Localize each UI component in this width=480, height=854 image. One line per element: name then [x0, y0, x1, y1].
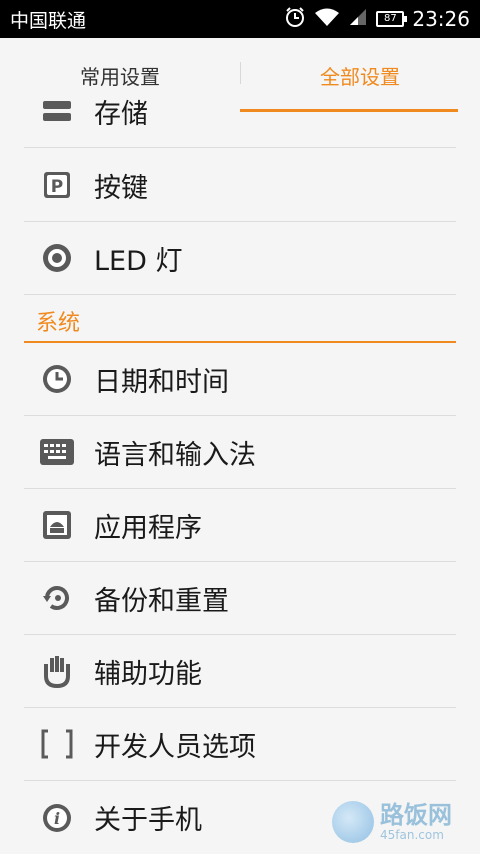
carrier-name: 中国联通: [10, 9, 87, 32]
key-icon: P: [40, 168, 74, 202]
watermark: 路饭网 45fan.com: [332, 796, 472, 848]
status-icons: 87 23:26: [284, 6, 470, 32]
list-item-language-input[interactable]: 语言和输入法: [24, 416, 456, 489]
signal-icon: [348, 7, 368, 31]
watermark-logo-icon: [332, 801, 374, 843]
list-item-backup-reset[interactable]: 备份和重置: [24, 562, 456, 635]
clock-icon: [40, 362, 74, 396]
alarm-icon: [284, 6, 306, 32]
backup-icon: [40, 581, 74, 615]
battery-icon: 87: [376, 11, 408, 27]
status-bar: 中国联通 87 23:26: [0, 0, 480, 38]
list-item-label: LED 灯: [94, 245, 183, 277]
list-item-led[interactable]: LED 灯: [24, 222, 456, 295]
list-item-label: 存储: [94, 98, 148, 130]
watermark-main-text: 路饭网: [380, 801, 452, 829]
list-item-keys[interactable]: P 按键: [24, 149, 456, 222]
settings-panel: 常用设置 全部设置 存储 P 按键 LED 灯 系统 日期和时间 语言和输入法 …: [0, 38, 480, 854]
list-item-accessibility[interactable]: 辅助功能: [24, 635, 456, 708]
wifi-icon: [314, 7, 340, 31]
storage-icon: [40, 94, 74, 128]
status-time: 23:26: [412, 7, 470, 31]
keyboard-icon: [40, 435, 74, 469]
list-item-date-time[interactable]: 日期和时间: [24, 343, 456, 416]
android-app-icon: [40, 508, 74, 542]
info-icon: i: [40, 801, 74, 835]
svg-text:P: P: [51, 177, 63, 197]
list-item-label: 应用程序: [94, 512, 202, 544]
list-item-label: 开发人员选项: [94, 731, 256, 763]
svg-text:i: i: [54, 809, 60, 828]
list-item-label: 辅助功能: [94, 658, 202, 690]
led-icon: [40, 241, 74, 275]
list-item-storage[interactable]: 存储: [24, 75, 456, 148]
section-header-system: 系统: [24, 307, 456, 343]
watermark-sub-text: 45fan.com: [380, 828, 444, 842]
hand-icon: [40, 654, 74, 688]
list-item-label: 语言和输入法: [94, 439, 256, 471]
list-item-label: 关于手机: [94, 805, 202, 836]
brackets-icon: [40, 727, 74, 761]
list-item-applications[interactable]: 应用程序: [24, 489, 456, 562]
list-item-label: 按键: [94, 172, 148, 204]
list-item-label: 备份和重置: [94, 585, 229, 617]
list-item-developer-options[interactable]: 开发人员选项: [24, 708, 456, 781]
list-item-label: 日期和时间: [94, 366, 229, 398]
